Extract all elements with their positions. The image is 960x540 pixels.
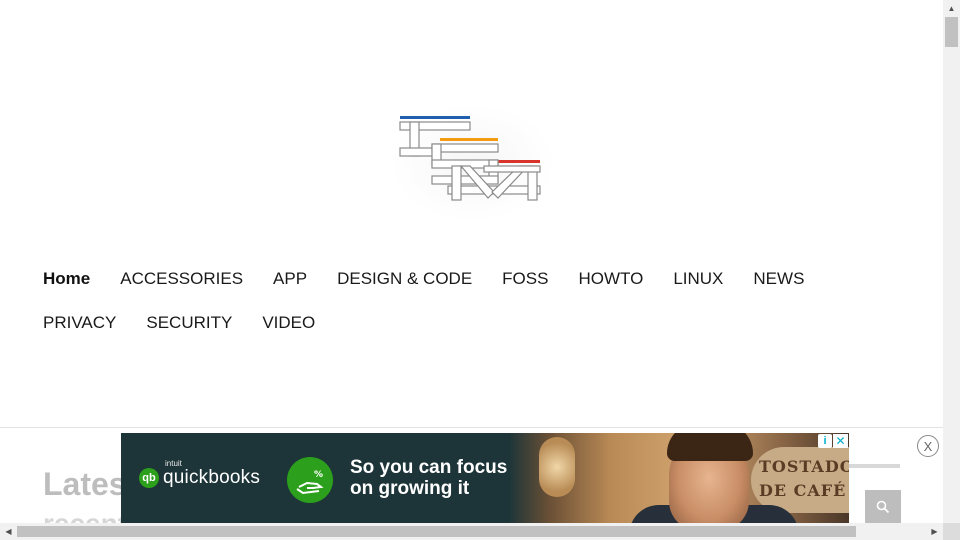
vertical-scroll-thumb[interactable] (945, 17, 958, 47)
quickbooks-logo: qb intuit quickbooks (139, 459, 261, 489)
vertical-scrollbar[interactable]: ▲ (943, 0, 960, 523)
logo-bar-blue (400, 116, 470, 119)
ad-photo: TOSTADO DE CAFÉ (509, 433, 849, 523)
anchor-ad-close-button[interactable]: X (917, 435, 939, 457)
brand-prefix: intuit (165, 459, 182, 468)
ad-sign-text: TOSTADO DE CAFÉ (759, 457, 849, 500)
nav-row-2: PRIVACY SECURITY VIDEO (43, 306, 903, 340)
ad-info-icon[interactable]: i (818, 434, 832, 448)
nav-item-foss[interactable]: FOSS (502, 269, 548, 289)
site-logo[interactable] (388, 104, 558, 222)
scroll-right-icon[interactable]: ▶ (926, 523, 943, 540)
search-icon (876, 500, 890, 513)
sidebar-divider (848, 464, 900, 468)
content-divider (0, 427, 943, 428)
nav-item-security[interactable]: SECURITY (146, 313, 232, 333)
ad-headline-line1: So you can focus (350, 457, 508, 478)
main-navigation: Home ACCESSORIES APP DESIGN & CODE FOSS … (43, 262, 903, 350)
ad-headline-line2: on growing it (350, 478, 470, 499)
scrollbar-corner (943, 523, 960, 540)
svg-text:%: % (314, 470, 323, 480)
ad-person-hair (667, 433, 753, 461)
quickbooks-icon: qb (139, 468, 159, 488)
nav-item-app[interactable]: APP (273, 269, 307, 289)
section-subheading: recent (43, 508, 127, 523)
nav-row-1: Home ACCESSORIES APP DESIGN & CODE FOSS … (43, 262, 903, 296)
nav-item-accessories[interactable]: ACCESSORIES (120, 269, 243, 289)
web-page: Home ACCESSORIES APP DESIGN & CODE FOSS … (0, 0, 943, 523)
nav-item-howto[interactable]: HOWTO (578, 269, 643, 289)
nav-item-design-code[interactable]: DESIGN & CODE (337, 269, 472, 289)
horizontal-scrollbar[interactable]: ◀ ▶ (0, 523, 943, 540)
quickbooks-wordmark: intuit quickbooks (163, 459, 261, 489)
nav-item-video[interactable]: VIDEO (262, 313, 315, 333)
scroll-left-icon[interactable]: ◀ (0, 523, 17, 540)
brand-name: quickbooks (163, 467, 261, 488)
ad-lamp (539, 437, 575, 497)
horizontal-scroll-thumb[interactable] (17, 526, 856, 537)
nav-item-home[interactable]: Home (43, 269, 90, 289)
nav-item-privacy[interactable]: PRIVACY (43, 313, 116, 333)
ad-close-icon[interactable]: ✕ (833, 434, 848, 448)
nav-item-linux[interactable]: LINUX (673, 269, 723, 289)
nav-item-news[interactable]: NEWS (753, 269, 804, 289)
fsm-logo-icon (399, 116, 541, 201)
advertisement-banner[interactable]: TOSTADO DE CAFÉ qb intuit quickbooks % S… (121, 433, 849, 523)
logo-bar-orange (440, 138, 498, 141)
hand-coin-icon: % (287, 457, 333, 503)
ad-headline: So you can focus on growing it (350, 457, 520, 499)
search-button[interactable] (865, 490, 901, 523)
scroll-up-icon[interactable]: ▲ (943, 0, 960, 17)
